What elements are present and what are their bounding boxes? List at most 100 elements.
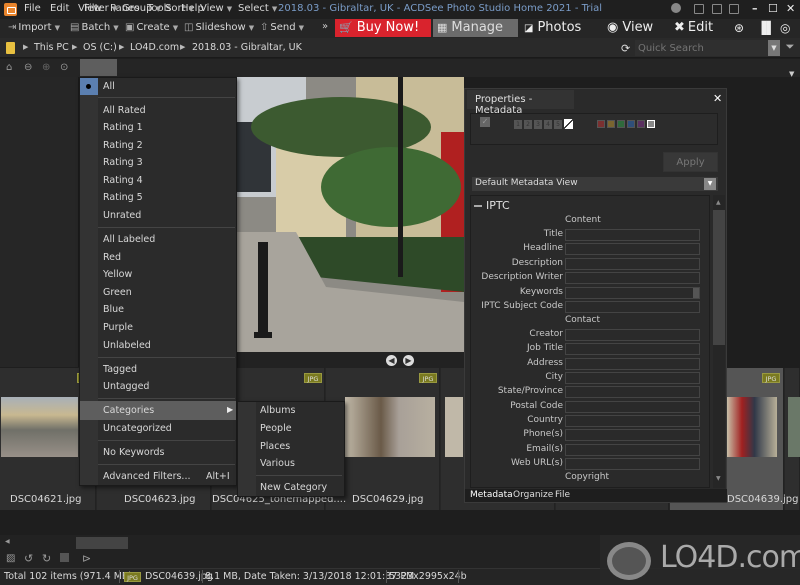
mode-photos-button[interactable]: ◪ Photos	[524, 19, 581, 37]
up-folder-icon[interactable]: ⊙	[60, 62, 68, 73]
breadcrumb-separator-icon[interactable]: ▶	[180, 43, 185, 51]
filter-item-rating-4[interactable]: Rating 4	[103, 175, 143, 186]
category-new[interactable]: New Category	[260, 482, 327, 493]
filter-item-categories[interactable]: Categories	[103, 405, 154, 416]
filter-item-red[interactable]: Red	[103, 252, 121, 263]
rating-1-button[interactable]: 1	[514, 120, 522, 129]
iptc-section-header[interactable]: IPTC	[474, 199, 510, 212]
filter-item-no-keywords[interactable]: No Keywords	[103, 447, 164, 458]
next-image-icon[interactable]: ▶	[403, 355, 414, 366]
filter-item-rating-2[interactable]: Rating 2	[103, 140, 143, 151]
breadcrumb-separator-icon[interactable]: ▶	[119, 43, 124, 51]
tab-organize[interactable]: Organize	[513, 490, 553, 500]
category-places[interactable]: Places	[260, 441, 290, 452]
collapse-icon[interactable]	[474, 205, 482, 207]
back-icon[interactable]: ⊖	[24, 62, 32, 73]
filter-item-rating-3[interactable]: Rating 3	[103, 157, 143, 168]
rotate-right-icon[interactable]: ↻	[42, 552, 51, 565]
quick-search-input[interactable]	[635, 40, 768, 56]
description-writer-input[interactable]	[565, 272, 700, 284]
iptc-subject-code-input[interactable]	[565, 301, 700, 313]
breadcrumb-current-folder[interactable]: 2018.03 - Gibraltar, UK	[192, 42, 302, 53]
close-button[interactable]: ✕	[786, 2, 795, 15]
home-icon[interactable]: ⌂	[6, 62, 12, 73]
mode-manage-button[interactable]: ▦ Manage	[433, 19, 518, 37]
rating-5-button[interactable]: 5	[554, 120, 562, 129]
slideshow-button[interactable]: ◫ Slideshow ▼	[184, 22, 254, 33]
refresh-icon[interactable]: ⟳	[621, 42, 630, 55]
keywords-input[interactable]	[565, 287, 700, 299]
web-urls-input[interactable]	[565, 458, 700, 470]
breadcrumb-os-c[interactable]: OS (C:)	[83, 42, 117, 53]
emails-input[interactable]	[565, 444, 700, 456]
menu-file[interactable]: File	[24, 3, 41, 14]
tag-checkbox[interactable]: ✓	[480, 117, 490, 127]
filter-item-rating-1[interactable]: Rating 1	[103, 122, 143, 133]
tab-metadata[interactable]: Metadata	[470, 490, 513, 500]
send-button[interactable]: ⇧ Send ▼	[260, 22, 304, 33]
color-label-red[interactable]	[597, 120, 605, 128]
image-browse-icon[interactable]: ▨	[6, 553, 15, 564]
import-button[interactable]: ⇥ Import ▼	[8, 22, 60, 33]
user-account-icon[interactable]	[671, 3, 681, 13]
mode-view-button[interactable]: ◉ View	[607, 19, 653, 37]
quick-search-dropdown-button[interactable]: ▼	[768, 40, 780, 56]
scroll-down-icon[interactable]: ▼	[716, 475, 721, 482]
breadcrumb-lo4d[interactable]: LO4D.com	[130, 42, 179, 53]
metadata-scroll-thumb[interactable]	[713, 210, 725, 345]
filter-item-unlabeled[interactable]: Unlabeled	[103, 340, 151, 351]
filter-item-green[interactable]: Green	[103, 287, 132, 298]
develop-eye-icon[interactable]: ◎	[780, 19, 790, 37]
filter-item-all-rated[interactable]: All Rated	[103, 105, 146, 116]
forward-icon[interactable]: ⊕	[42, 62, 50, 73]
title-input[interactable]	[565, 229, 700, 241]
365-icon[interactable]: ⊛	[734, 19, 744, 37]
create-button[interactable]: ▣ Create ▼	[125, 22, 178, 33]
tab-file[interactable]: File	[555, 490, 570, 500]
color-label-green[interactable]	[617, 120, 625, 128]
filter-item-untagged[interactable]: Untagged	[103, 381, 149, 392]
layout-right-icon[interactable]	[729, 4, 739, 14]
color-label-blue[interactable]	[627, 120, 635, 128]
filter-item-all-labeled[interactable]: All Labeled	[103, 234, 155, 245]
maximize-button[interactable]: ☐	[768, 2, 778, 15]
mode-edit-button[interactable]: ✖ Edit	[674, 19, 713, 37]
chevron-down-icon[interactable]: ▼	[704, 178, 716, 190]
keywords-picker-button[interactable]	[693, 288, 699, 298]
description-input[interactable]	[565, 258, 700, 270]
rating-2-button[interactable]: 2	[524, 120, 532, 129]
color-label-yellow[interactable]	[607, 120, 615, 128]
filter-item-purple[interactable]: Purple	[103, 322, 133, 333]
color-label-purple[interactable]	[637, 120, 645, 128]
filter-button-active[interactable]	[80, 59, 117, 76]
city-input[interactable]	[565, 372, 700, 384]
category-albums[interactable]: Albums	[260, 405, 295, 416]
batch-button[interactable]: ▤ Batch ▼	[70, 22, 119, 33]
country-input[interactable]	[565, 415, 700, 427]
play-slideshow-icon[interactable]: ⊳	[82, 552, 91, 565]
filter-item-yellow[interactable]: Yellow	[103, 269, 132, 280]
filter-item-uncategorized[interactable]: Uncategorized	[103, 423, 172, 434]
apply-button[interactable]: Apply	[663, 152, 718, 172]
rating-4-button[interactable]: 4	[544, 120, 552, 129]
address-input[interactable]	[565, 358, 700, 370]
metadata-view-select[interactable]: Default Metadata View	[472, 177, 718, 191]
filter-item-advanced-filters[interactable]: Advanced Filters...	[103, 471, 190, 482]
breadcrumb-this-pc[interactable]: This PC	[34, 42, 69, 53]
category-people[interactable]: People	[260, 423, 292, 434]
filter-item-all[interactable]: All	[103, 81, 115, 92]
filter-funnel-icon[interactable]: ⏷	[783, 40, 797, 56]
filter-button[interactable]: Filter ▼	[84, 3, 117, 14]
filter-item-tagged[interactable]: Tagged	[103, 364, 137, 375]
buy-now-button[interactable]: 🛒 Buy Now!	[335, 19, 431, 37]
sort-button[interactable]: Sort ▼	[165, 3, 194, 14]
creator-input[interactable]	[565, 329, 700, 341]
stop-icon[interactable]	[60, 553, 69, 562]
headline-input[interactable]	[565, 243, 700, 255]
dashboard-icon[interactable]: ▐▌	[757, 19, 775, 37]
phones-input[interactable]	[565, 429, 700, 441]
toolbar-overflow-button[interactable]: »	[322, 21, 328, 32]
clear-color-label[interactable]	[647, 120, 655, 128]
pane-options-icon[interactable]: ▼	[789, 70, 794, 78]
menu-edit[interactable]: Edit	[50, 3, 69, 14]
